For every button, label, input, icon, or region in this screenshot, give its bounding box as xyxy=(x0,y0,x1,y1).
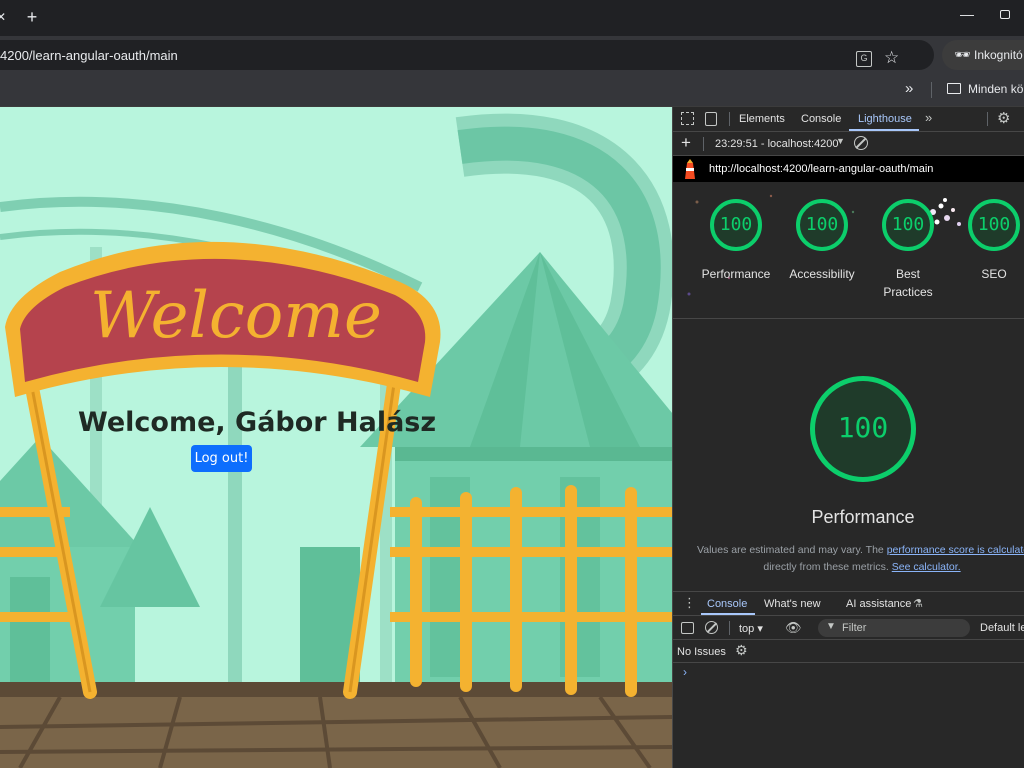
divider xyxy=(703,137,704,151)
clear-reports-icon[interactable] xyxy=(854,136,868,150)
log-levels-selector[interactable]: Default le xyxy=(980,622,1024,634)
gauge-value: 100 xyxy=(719,214,753,235)
lighthouse-toolbar: + 23:29:51 - localhost:4200 ▼ xyxy=(673,132,1024,156)
new-tab-button[interactable]: + xyxy=(22,6,42,28)
divider xyxy=(987,112,988,126)
context-selector[interactable]: top ▾ xyxy=(739,622,763,635)
lighthouse-logo-icon xyxy=(685,159,695,179)
filter-input[interactable]: ▼ Filter xyxy=(818,619,970,637)
close-tab-icon[interactable]: ✕ xyxy=(0,10,6,24)
metrics-note: Values are estimated and may vary. The p… xyxy=(697,542,1024,576)
score-gauges: 100 Performance 100 Accessibility 100 Be… xyxy=(673,182,1024,319)
drawer-tab-whats-new[interactable]: What's new xyxy=(764,598,821,610)
tab-lighthouse[interactable]: Lighthouse xyxy=(858,113,912,125)
gauge-label: SEO xyxy=(981,267,1007,281)
sign-text: Welcome xyxy=(90,279,382,353)
devtools-panel: Elements Console Lighthouse » ⚙ + 23:29:… xyxy=(672,107,1024,768)
console-prompt[interactable]: › xyxy=(683,665,687,679)
console-toolbar: top ▾ 👁 ▼ Filter Default le xyxy=(673,616,1024,640)
new-report-icon[interactable]: + xyxy=(681,133,691,153)
incognito-icon: 🕶 xyxy=(954,47,971,62)
big-gauge-value: 100 xyxy=(837,411,889,444)
bookmarks-bar: » Minden kön xyxy=(0,74,1024,107)
restore-button[interactable] xyxy=(1000,10,1010,19)
big-gauge-label: Performance xyxy=(811,507,915,527)
drawer-tab-ai-assistance[interactable]: AI assistance xyxy=(846,598,911,610)
note-text: directly from these metrics. xyxy=(763,561,892,573)
minimize-button[interactable]: — xyxy=(960,6,974,22)
console-settings-gear-icon[interactable]: ⚙ xyxy=(735,642,748,659)
tab-elements[interactable]: Elements xyxy=(739,113,785,125)
filter-icon: ▼ xyxy=(826,621,836,632)
gauge-label: Accessibility xyxy=(789,267,855,281)
tab-console[interactable]: Console xyxy=(801,113,841,125)
sidebar-toggle-icon[interactable] xyxy=(681,622,694,634)
divider xyxy=(729,112,730,126)
all-bookmarks-label[interactable]: Minden kön xyxy=(968,82,1024,96)
more-tabs-icon[interactable]: » xyxy=(925,110,932,125)
see-calculator-link[interactable]: See calculator. xyxy=(892,561,961,573)
inspect-element-icon[interactable] xyxy=(681,112,694,125)
incognito-badge[interactable]: 🕶 Inkognitó xyxy=(942,40,1024,70)
browser-toolbar: 4200/learn-angular-oauth/main G ☆ 🕶 Inko… xyxy=(0,36,1024,74)
active-tab-indicator xyxy=(849,129,919,131)
gauge-value: 100 xyxy=(805,214,839,235)
gauge-value: 100 xyxy=(977,214,1011,235)
welcome-heading: Welcome, Gábor Halász xyxy=(78,407,437,438)
drawer-tab-console[interactable]: Console xyxy=(707,598,747,610)
note-text: Values are estimated and may vary. The xyxy=(697,544,887,556)
active-tab-indicator xyxy=(701,613,755,615)
url-text[interactable]: 4200/learn-angular-oauth/main xyxy=(0,48,178,63)
drawer-tabbar: ⋮ Console What's new AI assistance ⚗ xyxy=(673,591,1024,616)
report-url[interactable]: http://localhost:4200/learn-angular-oaut… xyxy=(709,163,933,175)
live-expression-eye-icon[interactable]: 👁 xyxy=(785,620,802,636)
divider xyxy=(931,82,932,98)
kebab-menu-icon[interactable]: ⋮ xyxy=(683,595,696,611)
settings-gear-icon[interactable]: ⚙ xyxy=(997,109,1010,127)
divider xyxy=(729,621,730,635)
folder-icon[interactable] xyxy=(947,83,961,94)
tab-strip: ✕ + — xyxy=(0,0,1024,36)
chevron-down-icon[interactable]: ▼ xyxy=(836,136,845,146)
gauge-label: Performance xyxy=(701,267,771,281)
no-issues-label[interactable]: No Issues xyxy=(677,646,726,658)
devtools-tabbar: Elements Console Lighthouse » ⚙ xyxy=(673,107,1024,132)
report-url-bar: http://localhost:4200/learn-angular-oaut… xyxy=(673,156,1024,182)
page-viewport: Welcome Welcome, Gábor Halász Log out! xyxy=(0,107,672,768)
incognito-label: Inkognitó xyxy=(974,48,1023,62)
flask-icon: ⚗ xyxy=(913,598,923,610)
bookmark-star-icon[interactable]: ☆ xyxy=(884,48,899,68)
report-selector[interactable]: 23:29:51 - localhost:4200 xyxy=(715,138,839,150)
translate-icon[interactable]: G xyxy=(856,51,872,67)
device-toolbar-icon[interactable] xyxy=(705,112,717,126)
performance-detail: 100 Performance Values are estimated and… xyxy=(673,319,1024,591)
filter-placeholder: Filter xyxy=(842,622,867,634)
chevron-double-right-icon[interactable]: » xyxy=(905,80,913,97)
gauge-label: Best Practices xyxy=(883,267,933,299)
logout-button[interactable]: Log out! xyxy=(191,445,252,472)
address-bar[interactable]: 4200/learn-angular-oauth/main G ☆ xyxy=(0,40,934,70)
gauge-value: 100 xyxy=(891,214,925,235)
performance-score-link[interactable]: performance score is calculate xyxy=(887,544,1024,556)
clear-console-icon[interactable] xyxy=(705,621,718,634)
issues-row: No Issues ⚙ xyxy=(673,640,1024,663)
